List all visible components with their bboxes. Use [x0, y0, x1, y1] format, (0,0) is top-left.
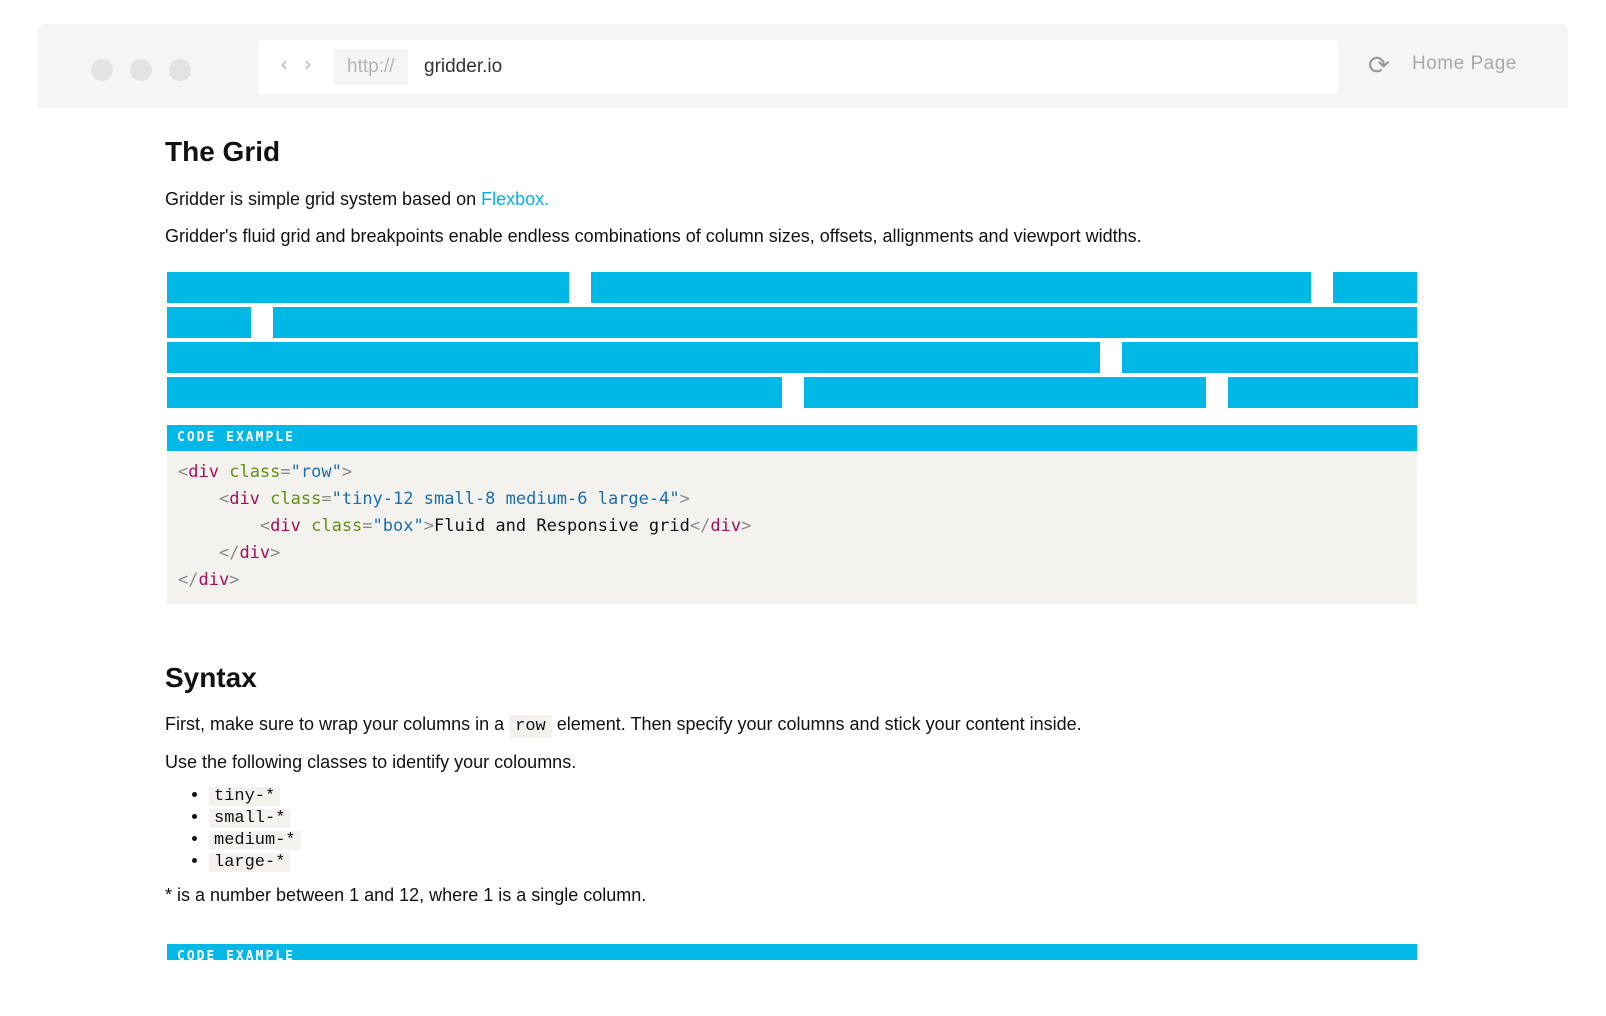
- home-page-link[interactable]: Home Page: [1412, 53, 1517, 75]
- grid-demo-column: [167, 377, 782, 408]
- syntax-line-1-prefix: First, make sure to wrap your columns in…: [165, 714, 510, 734]
- grid-demo-column: [591, 272, 1311, 303]
- syntax-line-2: Use the following classes to identify yo…: [165, 752, 577, 772]
- code-example-panel: Code Example <div class="row"> <div clas…: [167, 425, 1417, 604]
- grid-demo-column: [1228, 377, 1418, 408]
- grid-section-title: The Grid: [165, 136, 281, 167]
- url-text[interactable]: gridder.io: [424, 49, 502, 85]
- grid-demo-column: [1122, 342, 1418, 373]
- code-example-header: Code Example: [167, 425, 1417, 451]
- grid-description: Gridder's fluid grid and breakpoints ena…: [165, 226, 1142, 246]
- class-medium: medium-*: [209, 831, 301, 850]
- code-block: <div class="row"> <div class="tiny-12 sm…: [167, 451, 1417, 604]
- list-item: medium-*: [209, 829, 301, 851]
- grid-intro: Gridder is simple grid system based on F…: [165, 188, 549, 210]
- code-example-panel-2: Code Example: [167, 944, 1417, 960]
- reload-icon[interactable]: ⟳: [1368, 52, 1390, 80]
- syntax-line-1: First, make sure to wrap your columns in…: [165, 713, 1082, 738]
- list-item: tiny-*: [209, 785, 301, 807]
- class-tiny: tiny-*: [209, 787, 281, 806]
- class-large: large-*: [209, 853, 291, 872]
- list-item: large-*: [209, 851, 301, 873]
- code-line: <div class="tiny-12 small-8 medium-6 lar…: [218, 489, 690, 509]
- grid-intro-text: Gridder is simple grid system based on: [165, 189, 482, 209]
- syntax-section-title: Syntax: [165, 662, 257, 693]
- url-protocol: http://: [334, 49, 408, 85]
- grid-demo-column: [167, 342, 1100, 373]
- code-line: </div>: [178, 570, 240, 590]
- grid-demo: [167, 272, 1455, 410]
- window-zoom-dot[interactable]: [169, 59, 191, 81]
- grid-demo-column: [1333, 272, 1417, 303]
- row-code: row: [509, 715, 552, 738]
- code-line: <div class="row">: [178, 462, 353, 482]
- grid-demo-column: [804, 377, 1206, 408]
- class-list: tiny-* small-* medium-* large-*: [165, 785, 301, 873]
- flexbox-link[interactable]: Flexbox.: [481, 189, 549, 209]
- chevron-left-icon[interactable]: ‹: [280, 52, 288, 76]
- chevron-right-icon[interactable]: ›: [304, 52, 312, 76]
- code-line: <div class="box">Fluid and Responsive gr…: [259, 516, 752, 536]
- syntax-note: * is a number between 1 and 12, where 1 …: [165, 885, 647, 905]
- window-close-dot[interactable]: [91, 59, 113, 81]
- code-example-header-2: Code Example: [167, 944, 1417, 960]
- grid-demo-column: [167, 307, 251, 338]
- syntax-line-1-suffix: element. Then specify your columns and s…: [551, 714, 1082, 734]
- browser-toolbar: ‹ › http:// gridder.io ⟳ Home Page: [38, 24, 1568, 108]
- code-line: </div>: [218, 543, 281, 563]
- class-small: small-*: [209, 809, 291, 828]
- address-bar[interactable]: ‹ › http:// gridder.io: [258, 40, 1338, 94]
- grid-demo-column: [167, 272, 569, 303]
- grid-demo-column: [273, 307, 1417, 338]
- list-item: small-*: [209, 807, 301, 829]
- window-minimize-dot[interactable]: [130, 59, 152, 81]
